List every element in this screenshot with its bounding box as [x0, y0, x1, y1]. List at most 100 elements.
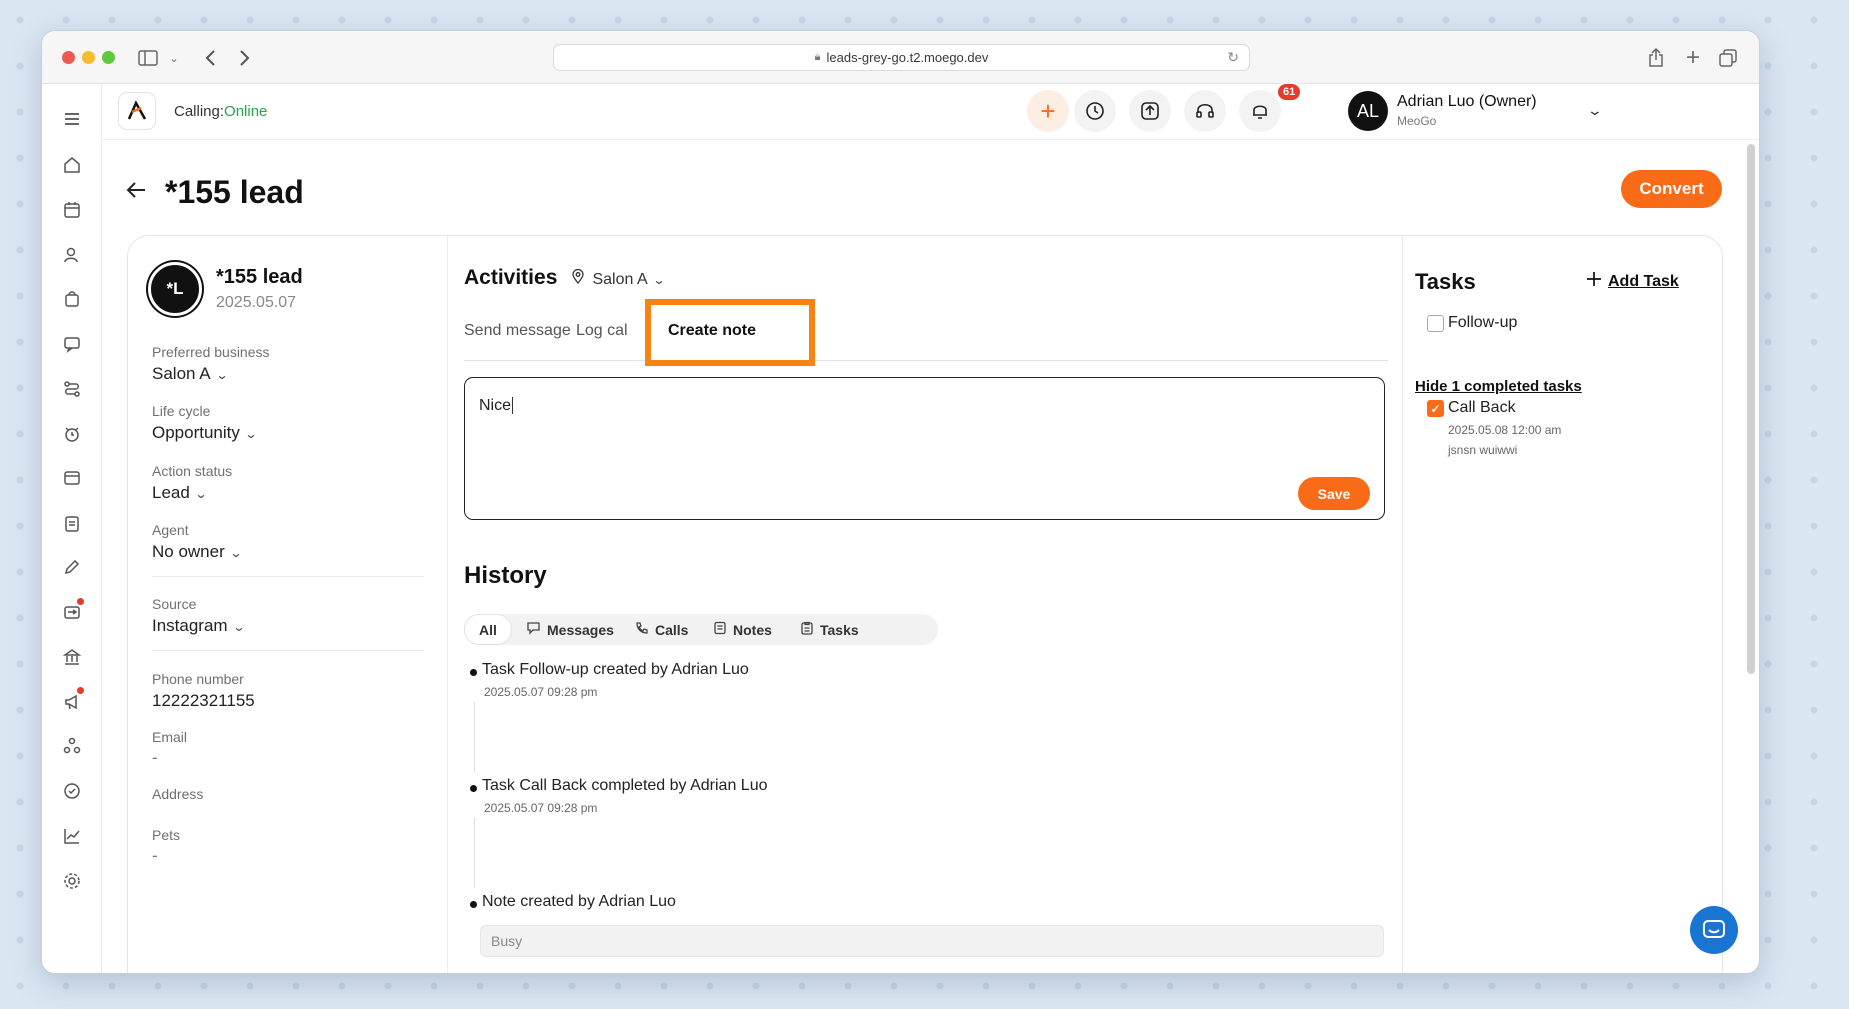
save-note-button[interactable]: Save	[1298, 477, 1370, 510]
quick-add-button[interactable]: +	[1027, 90, 1069, 132]
task-checkbox-checked[interactable]: ✓	[1427, 400, 1444, 417]
user-name[interactable]: Adrian Luo (Owner)	[1397, 93, 1537, 111]
agent-select[interactable]: No owner ⌄	[152, 542, 243, 562]
note-icon	[713, 621, 727, 638]
lead-profile-panel: *L *155 lead 2025.05.07 Preferred busine…	[128, 236, 448, 973]
settings-gear-icon[interactable]	[62, 871, 82, 891]
close-window-button[interactable]	[62, 51, 75, 64]
hide-completed-link[interactable]: Hide 1 completed tasks	[1415, 378, 1582, 395]
browser-window: ⌄ 🔒︎ leads-grey-go.t2.moego.dev ↻ + Call…	[41, 30, 1760, 974]
lead-bag-icon[interactable]	[62, 289, 82, 309]
back-nav-icon[interactable]	[200, 45, 220, 71]
address-label: Address	[152, 786, 204, 802]
retention-icon[interactable]	[62, 781, 82, 801]
history-item-text: Task Follow-up created by Adrian Luo	[482, 661, 749, 678]
filter-notes[interactable]: Notes	[713, 614, 772, 645]
lead-date: 2025.05.07	[216, 294, 297, 311]
marketing-megaphone-icon[interactable]	[62, 692, 82, 712]
task-label[interactable]: Call Back	[1448, 399, 1516, 417]
history-bullet	[470, 785, 477, 792]
filter-tasks-label: Tasks	[820, 621, 859, 638]
tab-send-message[interactable]: Send message	[464, 322, 571, 340]
text-caret	[512, 397, 514, 415]
source-select[interactable]: Instagram ⌄	[152, 616, 246, 636]
reports-clipboard-icon[interactable]	[62, 513, 82, 533]
new-tab-icon[interactable]: +	[1683, 44, 1703, 71]
filter-calls[interactable]: Calls	[635, 614, 688, 645]
lead-name: *155 lead	[216, 266, 303, 288]
location-select[interactable]: Salon A ⌄	[572, 268, 665, 289]
task-checkbox[interactable]	[1427, 315, 1444, 332]
filter-tasks[interactable]: Tasks	[800, 614, 859, 645]
bank-icon[interactable]	[62, 647, 82, 667]
history-bullet	[470, 669, 477, 676]
services-icon[interactable]	[62, 736, 82, 756]
maximize-window-button[interactable]	[102, 51, 115, 64]
account-menu-chevron-icon[interactable]: ⌄	[1587, 102, 1603, 119]
home-icon[interactable]	[62, 155, 82, 175]
task-label[interactable]: Follow-up	[1448, 314, 1517, 332]
clipboard-icon	[800, 621, 814, 638]
filter-all[interactable]: All	[464, 614, 512, 645]
notifications-bell-icon[interactable]	[1239, 90, 1281, 132]
pen-icon[interactable]	[62, 557, 82, 577]
timeline-line	[474, 702, 475, 772]
clients-icon[interactable]	[62, 245, 82, 265]
task-note: jsnsn wuiwwi	[1448, 443, 1518, 457]
history-clock-icon[interactable]	[1074, 90, 1116, 132]
insights-chart-icon[interactable]	[62, 826, 82, 846]
tab-log-call[interactable]: Log cal	[576, 322, 628, 340]
life-cycle-select[interactable]: Opportunity ⌄	[152, 423, 257, 443]
note-textarea[interactable]: Nice Save	[464, 377, 1385, 520]
add-task-label: Add Task	[1608, 272, 1679, 290]
divider	[152, 650, 424, 651]
calling-online-text: Online	[224, 103, 268, 120]
page-title: *155 lead	[165, 174, 304, 210]
routes-icon[interactable]	[62, 379, 82, 399]
chat-support-button[interactable]	[1690, 906, 1738, 954]
side-navigation	[42, 84, 102, 973]
messages-icon[interactable]	[62, 334, 82, 354]
email-value[interactable]: -	[152, 748, 158, 768]
preferred-business-label: Preferred business	[152, 344, 270, 360]
payments-icon[interactable]	[62, 468, 82, 488]
share-icon[interactable]	[1646, 45, 1666, 71]
menu-icon[interactable]	[62, 109, 82, 129]
timeline-line	[474, 818, 475, 888]
chevron-down-icon: ⌄	[229, 546, 243, 560]
history-item-time: 2025.05.07 09:28 pm	[484, 801, 598, 815]
forward-nav-icon[interactable]	[235, 45, 255, 71]
app-logo[interactable]	[118, 92, 156, 130]
calendar-icon[interactable]	[62, 200, 82, 220]
reload-icon[interactable]: ↻	[1227, 49, 1239, 66]
phone-value[interactable]: 12222321155	[152, 691, 255, 711]
preferred-business-value: Salon A	[152, 364, 211, 383]
upload-icon[interactable]	[1129, 90, 1171, 132]
chevron-down-icon[interactable]: ⌄	[167, 45, 181, 71]
activities-title: Activities	[464, 266, 558, 289]
convert-button[interactable]: Convert	[1621, 170, 1722, 208]
minimize-window-button[interactable]	[82, 51, 95, 64]
chevron-down-icon: ⌄	[232, 620, 246, 634]
filter-messages[interactable]: Messages	[526, 614, 614, 645]
pets-value[interactable]: -	[152, 846, 158, 866]
support-headset-icon[interactable]	[1184, 90, 1226, 132]
action-status-select[interactable]: Lead ⌄	[152, 483, 207, 503]
filter-calls-label: Calls	[655, 621, 689, 638]
tasks-panel: Tasks Add Task Follow-up Hide 1 complete…	[1403, 236, 1722, 973]
page-scrollbar[interactable]	[1747, 144, 1755, 674]
reminder-icon[interactable]	[62, 424, 82, 444]
tab-overview-icon[interactable]	[1718, 45, 1738, 71]
user-avatar[interactable]: AL	[1348, 91, 1388, 131]
life-cycle-label: Life cycle	[152, 403, 211, 419]
add-task-button[interactable]: Add Task	[1586, 271, 1679, 292]
address-bar[interactable]: 🔒︎ leads-grey-go.t2.moego.dev ↻	[553, 44, 1250, 71]
agent-label: Agent	[152, 522, 189, 538]
filter-all-label: All	[479, 621, 497, 638]
sidebar-toggle-icon[interactable]	[136, 45, 160, 71]
preferred-business-select[interactable]: Salon A ⌄	[152, 364, 228, 384]
back-arrow-icon[interactable]	[126, 178, 146, 206]
tab-create-note[interactable]: Create note	[668, 322, 756, 340]
leads-transfer-icon[interactable]	[62, 602, 82, 622]
history-note-content: Busy	[480, 925, 1384, 957]
